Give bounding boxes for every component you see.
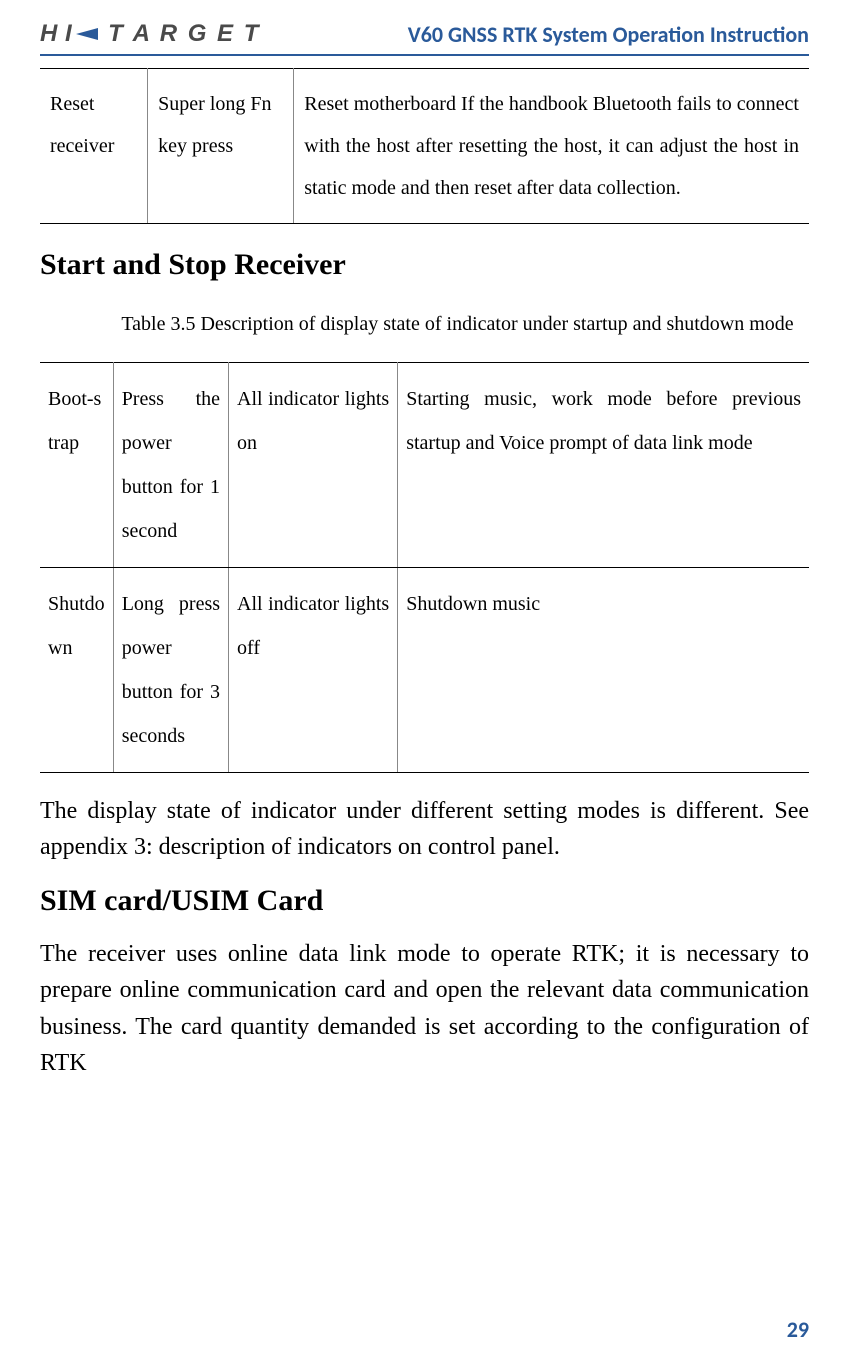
cell-description: Reset motherboard If the handbook Blueto…: [294, 69, 809, 224]
startup-shutdown-table: Boot-s trap Press the power button for 1…: [40, 362, 809, 773]
section-heading-sim-card: SIM card/USIM Card: [40, 884, 809, 918]
brand-logo: H I T A R G E T: [40, 20, 260, 48]
cell-function: Reset receiver: [40, 69, 148, 224]
cell-mode: Shutdo wn: [40, 568, 113, 773]
reset-table: Reset receiver Super long Fn key press R…: [40, 68, 809, 224]
cell-mode: Boot-s trap: [40, 363, 113, 568]
logo-text-hi: H I: [40, 20, 72, 48]
paragraph-sim-card: The receiver uses online data link mode …: [40, 936, 809, 1082]
table-caption: Table 3.5 Description of display state o…: [40, 300, 809, 348]
cell-operation: Super long Fn key press: [148, 69, 294, 224]
page-number: 29: [787, 1316, 809, 1343]
logo-triangle-icon: [76, 28, 102, 40]
cell-indicator: All indicator lights on: [229, 363, 398, 568]
section-heading-start-stop: Start and Stop Receiver: [40, 248, 809, 282]
document-title: V60 GNSS RTK System Operation Instructio…: [408, 21, 809, 48]
cell-operation: Press the power button for 1 second: [113, 363, 228, 568]
cell-description: Shutdown music: [398, 568, 809, 773]
page-header: H I T A R G E T V60 GNSS RTK System Oper…: [40, 20, 809, 56]
cell-operation: Long press power button for 3 seconds: [113, 568, 228, 773]
table-row: Reset receiver Super long Fn key press R…: [40, 69, 809, 224]
table-row: Boot-s trap Press the power button for 1…: [40, 363, 809, 568]
paragraph-indicator-note: The display state of indicator under dif…: [40, 793, 809, 866]
cell-description: Starting music, work mode before previou…: [398, 363, 809, 568]
cell-indicator: All indicator lights off: [229, 568, 398, 773]
logo-text-target: T A R G E T: [108, 20, 260, 48]
table-row: Shutdo wn Long press power button for 3 …: [40, 568, 809, 773]
